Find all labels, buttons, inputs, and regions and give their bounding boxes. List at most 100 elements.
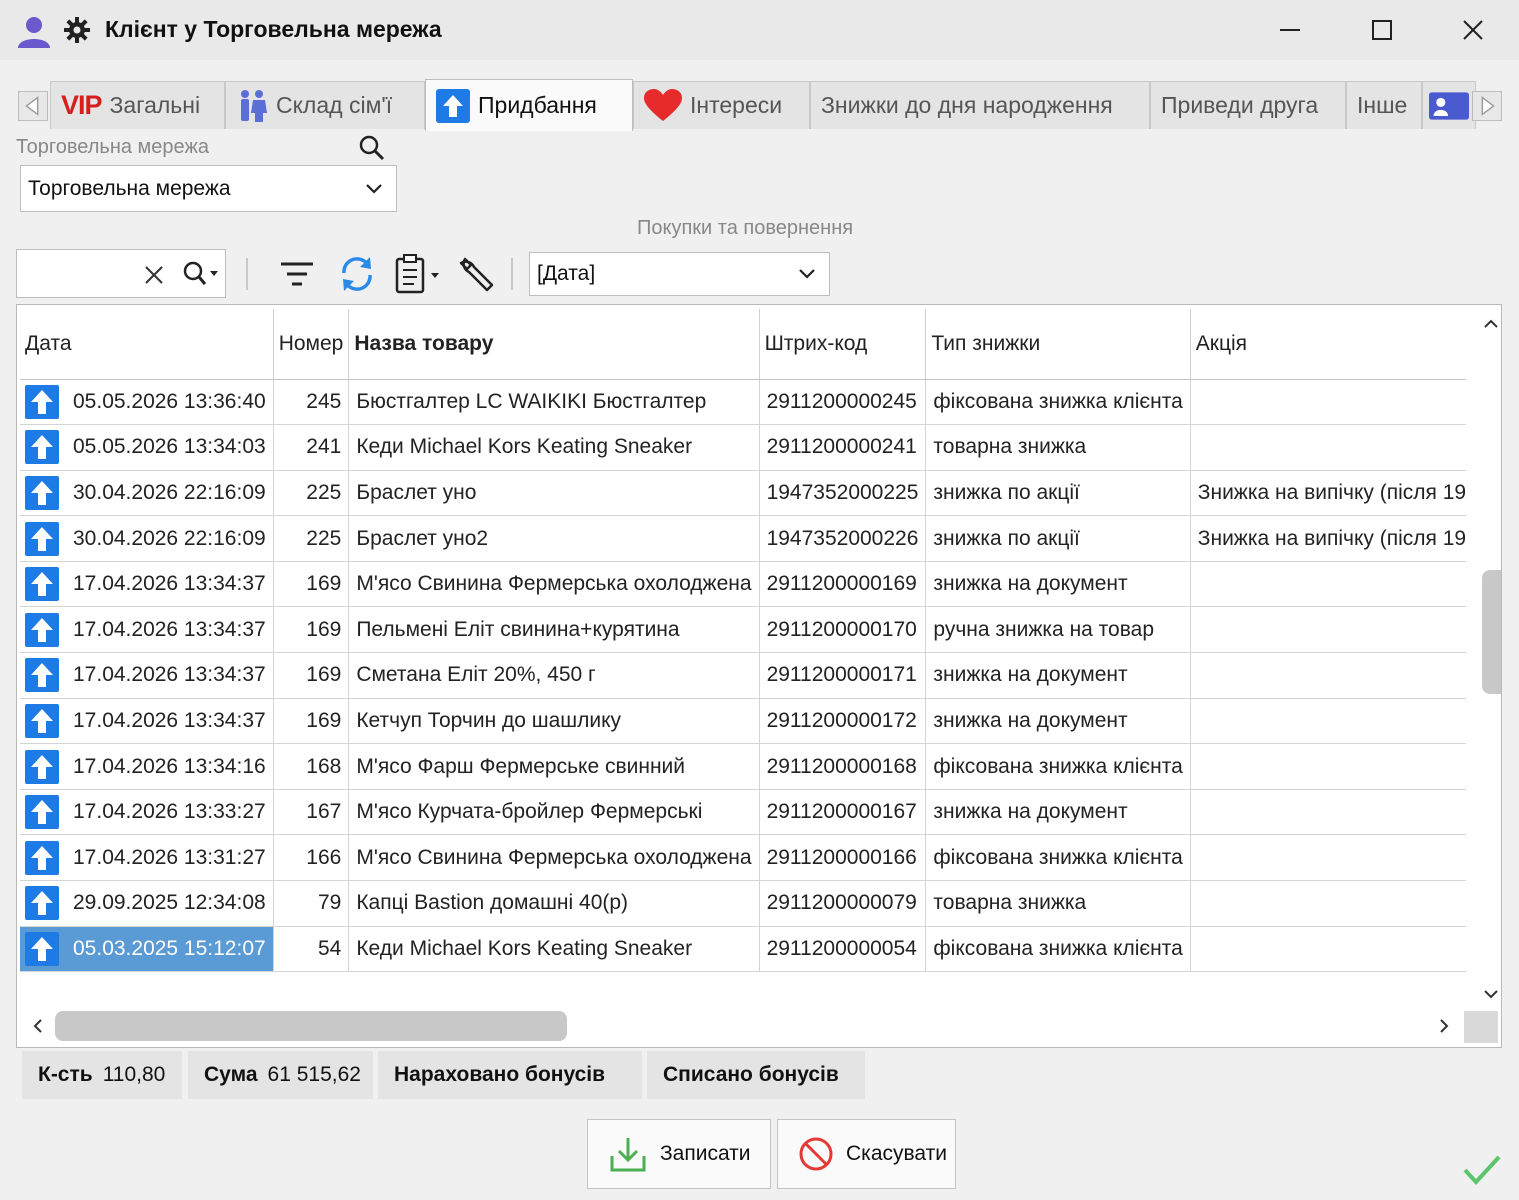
cell-promotion[interactable] — [1190, 379, 1466, 426]
cell-product-name[interactable]: Сметана Еліт 20%, 450 г — [348, 652, 760, 699]
cell-discount-type[interactable]: знижка по акції — [925, 515, 1191, 562]
horizontal-scrollbar-thumb[interactable] — [55, 1011, 567, 1041]
tab-purchases[interactable]: Придбання — [425, 79, 633, 131]
cell-number[interactable]: 169 — [273, 652, 350, 699]
cell-date[interactable]: 29.09.2025 12:34:08 — [20, 880, 274, 927]
cell-promotion[interactable] — [1190, 834, 1466, 882]
minimize-icon[interactable] — [1270, 10, 1310, 50]
cell-date[interactable]: 17.04.2026 13:34:37 — [20, 606, 274, 654]
cell-product-name[interactable]: Пельмені Еліт свинина+курятина — [348, 606, 760, 654]
tab-other[interactable]: Інше — [1346, 81, 1422, 129]
maximize-icon[interactable] — [1362, 10, 1402, 50]
cell-product-name[interactable]: Кеди Michael Kors Keating Sneaker — [348, 926, 760, 973]
cell-barcode[interactable]: 2911200000054 — [759, 926, 927, 973]
search-icon[interactable] — [358, 134, 386, 162]
cell-number[interactable]: 169 — [273, 606, 350, 654]
cell-date[interactable]: 17.04.2026 13:31:27 — [20, 834, 274, 882]
cell-barcode[interactable]: 2911200000079 — [759, 880, 927, 927]
cell-discount-type[interactable]: знижка на документ — [925, 789, 1191, 836]
gear-icon[interactable] — [63, 16, 91, 44]
cell-number[interactable]: 225 — [273, 515, 350, 562]
tab-family[interactable]: Склад сім'ї — [225, 81, 425, 129]
clear-icon[interactable] — [142, 263, 166, 287]
cell-discount-type[interactable]: фіксована знижка клієнта — [925, 379, 1191, 426]
table-row[interactable]: 17.04.2026 13:31:27 166 М'ясо Свинина Ферм… — [20, 834, 1466, 882]
cell-number[interactable]: 79 — [273, 880, 350, 927]
tab-scroll-right-icon[interactable] — [1472, 91, 1502, 121]
cell-discount-type[interactable]: товарна знижка — [925, 880, 1191, 927]
tab-birthday-discounts[interactable]: Знижки до дня народження — [810, 81, 1150, 129]
cell-barcode[interactable]: 2911200000167 — [759, 789, 927, 836]
cell-number[interactable]: 169 — [273, 698, 350, 745]
column-header-number[interactable]: Номер — [273, 309, 350, 380]
cell-discount-type[interactable]: знижка на документ — [925, 652, 1191, 699]
cell-barcode[interactable]: 2911200000169 — [759, 561, 927, 608]
cell-product-name[interactable]: М'ясо Свинина Фермерська охолоджена — [348, 834, 760, 882]
column-header-promotion[interactable]: Акція — [1190, 309, 1466, 380]
tab-bring-friend[interactable]: Приведи друга — [1150, 81, 1346, 129]
table-row[interactable]: 30.04.2026 22:16:09 225 Браслет уно 1947352… — [20, 470, 1466, 517]
cell-date[interactable]: 05.05.2026 13:36:40 — [20, 379, 274, 426]
cell-date[interactable]: 17.04.2026 13:34:37 — [20, 561, 274, 608]
cell-promotion[interactable]: Знижка на випічку (після 19:00) — [1190, 470, 1466, 517]
cell-date[interactable]: 30.04.2026 22:16:09 — [20, 470, 274, 517]
cell-number[interactable]: 168 — [273, 743, 350, 790]
cell-barcode[interactable]: 2911200000166 — [759, 834, 927, 882]
cell-promotion[interactable] — [1190, 743, 1466, 790]
cell-date[interactable]: 30.04.2026 22:16:09 — [20, 515, 274, 562]
cell-product-name[interactable]: Кеди Michael Kors Keating Sneaker — [348, 424, 760, 471]
close-icon[interactable] — [1453, 10, 1493, 50]
cell-number[interactable]: 241 — [273, 424, 350, 471]
cell-discount-type[interactable]: фіксована знижка клієнта — [925, 834, 1191, 882]
table-row[interactable]: 05.03.2025 15:12:07 54 Кеди Michael Kors K… — [20, 926, 1466, 973]
cell-number[interactable]: 167 — [273, 789, 350, 836]
cell-barcode[interactable]: 2911200000245 — [759, 379, 927, 426]
vertical-scrollbar-thumb[interactable] — [1482, 570, 1501, 694]
tab-more[interactable] — [1422, 81, 1476, 129]
cell-promotion[interactable] — [1190, 880, 1466, 927]
table-row[interactable]: 17.04.2026 13:34:16 168 М'ясо Фарш Фермерс… — [20, 743, 1466, 790]
cell-number[interactable]: 166 — [273, 834, 350, 882]
cell-barcode[interactable]: 2911200000170 — [759, 606, 927, 654]
cell-number[interactable]: 245 — [273, 379, 350, 426]
table-row[interactable]: 29.09.2025 12:34:08 79 Капці Bastion домаш… — [20, 880, 1466, 927]
wrench-icon[interactable] — [457, 255, 495, 293]
column-header-date[interactable]: Дата — [20, 309, 274, 380]
cell-product-name[interactable]: Браслет уно2 — [348, 515, 760, 562]
tab-interests[interactable]: Інтереси — [633, 81, 810, 129]
cancel-button[interactable]: Скасувати — [777, 1119, 956, 1189]
cell-promotion[interactable] — [1190, 652, 1466, 699]
cell-barcode[interactable]: 2911200000168 — [759, 743, 927, 790]
cell-promotion[interactable] — [1190, 926, 1466, 973]
table-row[interactable]: 17.04.2026 13:33:27 167 М'ясо Курчата-брой… — [20, 789, 1466, 836]
cell-product-name[interactable]: М'ясо Фарш Фермерське свинний — [348, 743, 760, 790]
cell-date[interactable]: 17.04.2026 13:34:16 — [20, 743, 274, 790]
cell-discount-type[interactable]: ручна знижка на товар — [925, 606, 1191, 654]
cell-promotion[interactable] — [1190, 606, 1466, 654]
table-row[interactable]: 17.04.2026 13:34:37 169 Сметана Еліт 20%, … — [20, 652, 1466, 699]
table-row[interactable]: 30.04.2026 22:16:09 225 Браслет уно2 194735… — [20, 515, 1466, 562]
cell-date[interactable]: 17.04.2026 13:33:27 — [20, 789, 274, 836]
cell-barcode[interactable]: 1947352000226 — [759, 515, 927, 562]
tab-scroll-left-icon[interactable] — [18, 91, 48, 121]
column-header-product-name[interactable]: Назва товару — [348, 309, 760, 380]
cell-barcode[interactable]: 2911200000241 — [759, 424, 927, 471]
network-select[interactable]: Торговельна мережа — [20, 165, 397, 212]
cell-promotion[interactable] — [1190, 698, 1466, 745]
cell-promotion[interactable] — [1190, 789, 1466, 836]
column-header-barcode[interactable]: Штрих-код — [759, 309, 927, 380]
table-row[interactable]: 17.04.2026 13:34:37 169 Кетчуп Торчин до ш… — [20, 698, 1466, 745]
cell-product-name[interactable]: М'ясо Курчата-бройлер Фермерські — [348, 789, 760, 836]
cell-promotion[interactable]: Знижка на випічку (після 19:00) — [1190, 515, 1466, 562]
cell-product-name[interactable]: Бюстгалтер LC WAIKIKI Бюстгалтер — [348, 379, 760, 426]
refresh-icon[interactable] — [338, 255, 376, 293]
cell-number[interactable]: 169 — [273, 561, 350, 608]
cell-number[interactable]: 225 — [273, 470, 350, 517]
cell-barcode[interactable]: 2911200000171 — [759, 652, 927, 699]
table-row[interactable]: 17.04.2026 13:34:37 169 М'ясо Свинина Ферм… — [20, 561, 1466, 608]
cell-product-name[interactable]: М'ясо Свинина Фермерська охолоджена — [348, 561, 760, 608]
cell-barcode[interactable]: 2911200000172 — [759, 698, 927, 745]
cell-discount-type[interactable]: товарна знижка — [925, 424, 1191, 471]
save-button[interactable]: Записати — [587, 1119, 771, 1189]
filter-icon[interactable] — [279, 259, 315, 289]
